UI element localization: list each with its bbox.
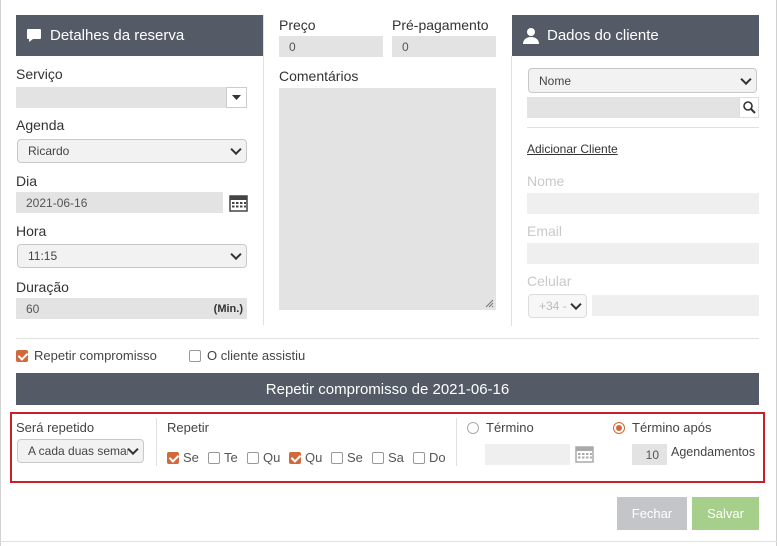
time-label: Hora (16, 223, 47, 239)
weekday-monday[interactable]: Se (167, 450, 199, 465)
chevron-down-icon (570, 298, 582, 311)
resize-handle-icon[interactable] (484, 298, 494, 308)
save-button[interactable]: Salvar (692, 497, 759, 530)
service-dropdown-button[interactable] (226, 87, 247, 108)
agenda-label: Agenda (16, 117, 65, 133)
weekday-tuesday[interactable]: Te (208, 450, 238, 465)
price-input[interactable]: 0 (279, 36, 383, 57)
calendar-icon[interactable] (575, 445, 594, 463)
client-phone-input[interactable] (592, 295, 759, 316)
weekday-checkbox[interactable] (413, 451, 425, 464)
end-date-label: Término (486, 420, 534, 435)
speech-bubble-icon (27, 28, 41, 42)
day-input[interactable]: 2021-06-16 (16, 192, 223, 213)
weekday-friday[interactable]: Se (331, 450, 363, 465)
repeat-appointment-checkbox[interactable] (16, 349, 28, 362)
repeat-appointment-label: Repetir compromisso (34, 348, 157, 363)
duration-unit: (Min.) (213, 302, 243, 315)
client-email-input[interactable] (527, 243, 759, 264)
booking-details-title: Detalhes da reserva (50, 27, 185, 44)
close-button[interactable]: Fechar (617, 497, 687, 530)
user-icon (523, 28, 539, 44)
end-date-input[interactable] (485, 444, 570, 465)
weekday-wednesday[interactable]: Qu (247, 450, 280, 465)
client-data-header: Dados do cliente (512, 15, 759, 56)
add-client-link[interactable]: Adicionar Cliente (527, 142, 618, 156)
column-divider (511, 56, 512, 326)
weekday-saturday[interactable]: Sa (372, 450, 404, 465)
time-select[interactable]: 11:15 (17, 244, 247, 268)
weekday-checkbox[interactable] (289, 451, 301, 464)
weekday-thursday[interactable]: Qu (289, 450, 322, 465)
chevron-down-icon (740, 73, 752, 85)
weekday-checkbox[interactable] (372, 451, 384, 464)
end-after-count-input[interactable]: 10 (632, 444, 667, 465)
column-divider (263, 15, 264, 325)
client-name-input[interactable] (527, 193, 759, 214)
chevron-down-icon (127, 443, 139, 456)
client-search-button[interactable] (739, 97, 759, 118)
end-date-radio[interactable] (467, 421, 479, 434)
section-divider (16, 338, 759, 339)
end-after-label: Término após (632, 420, 712, 435)
prepayment-input[interactable]: 0 (392, 36, 496, 57)
agenda-select[interactable]: Ricardo (17, 139, 247, 163)
modal-left-border (0, 0, 1, 546)
repeat-divider (456, 418, 457, 466)
search-icon (743, 101, 756, 114)
client-search-input[interactable] (527, 97, 739, 118)
client-divider (527, 127, 759, 128)
weekday-checkbox[interactable] (331, 451, 343, 464)
service-label: Serviço (16, 66, 63, 82)
weekday-checkbox[interactable] (247, 451, 259, 464)
country-code-select[interactable]: +34 - (528, 294, 587, 318)
frequency-label: Será repetido (16, 420, 95, 435)
client-attended-checkbox[interactable] (189, 349, 201, 362)
repeat-panel-title: Repetir compromisso de 2021-06-16 (16, 373, 759, 405)
service-select[interactable] (16, 87, 247, 108)
booking-details-header: Detalhes da reserva (16, 15, 263, 56)
prepayment-label: Pré-pagamento (392, 17, 489, 33)
repeat-divider (156, 418, 157, 466)
end-after-option[interactable]: Término após (613, 420, 711, 435)
client-data-title: Dados do cliente (547, 27, 659, 44)
end-after-unit: Agendamentos (671, 445, 756, 459)
price-label: Preço (279, 17, 316, 33)
weekday-checkbox[interactable] (208, 451, 220, 464)
client-phone-label: Celular (527, 273, 572, 289)
repeat-days-label: Repetir (167, 420, 209, 435)
comments-label: Comentários (279, 68, 359, 84)
client-email-label: Email (527, 223, 563, 239)
duration-label: Duração (16, 279, 69, 295)
end-after-radio[interactable] (613, 421, 625, 434)
repeat-appointment-option[interactable]: Repetir compromisso (16, 348, 157, 363)
weekday-checkbox[interactable] (167, 451, 179, 464)
footer-divider (0, 541, 777, 542)
caret-down-icon (232, 95, 241, 100)
client-search-by-select[interactable]: Nome (528, 68, 757, 93)
duration-input[interactable]: 60 (Min.) (16, 298, 247, 319)
frequency-select[interactable]: A cada duas semanas (17, 439, 144, 463)
weekday-sunday[interactable]: Do (413, 450, 446, 465)
client-name-label: Nome (527, 173, 565, 189)
comments-textarea[interactable] (279, 88, 496, 310)
client-attended-label: O cliente assistiu (207, 348, 306, 363)
day-label: Dia (16, 173, 38, 189)
chevron-down-icon (230, 248, 242, 261)
weekday-checkboxes: Se Te Qu Qu Se Sa Do (167, 450, 457, 466)
end-date-option[interactable]: Término (467, 420, 534, 435)
chevron-down-icon (230, 143, 242, 156)
calendar-icon[interactable] (229, 194, 248, 212)
client-attended-option[interactable]: O cliente assistiu (189, 348, 305, 363)
